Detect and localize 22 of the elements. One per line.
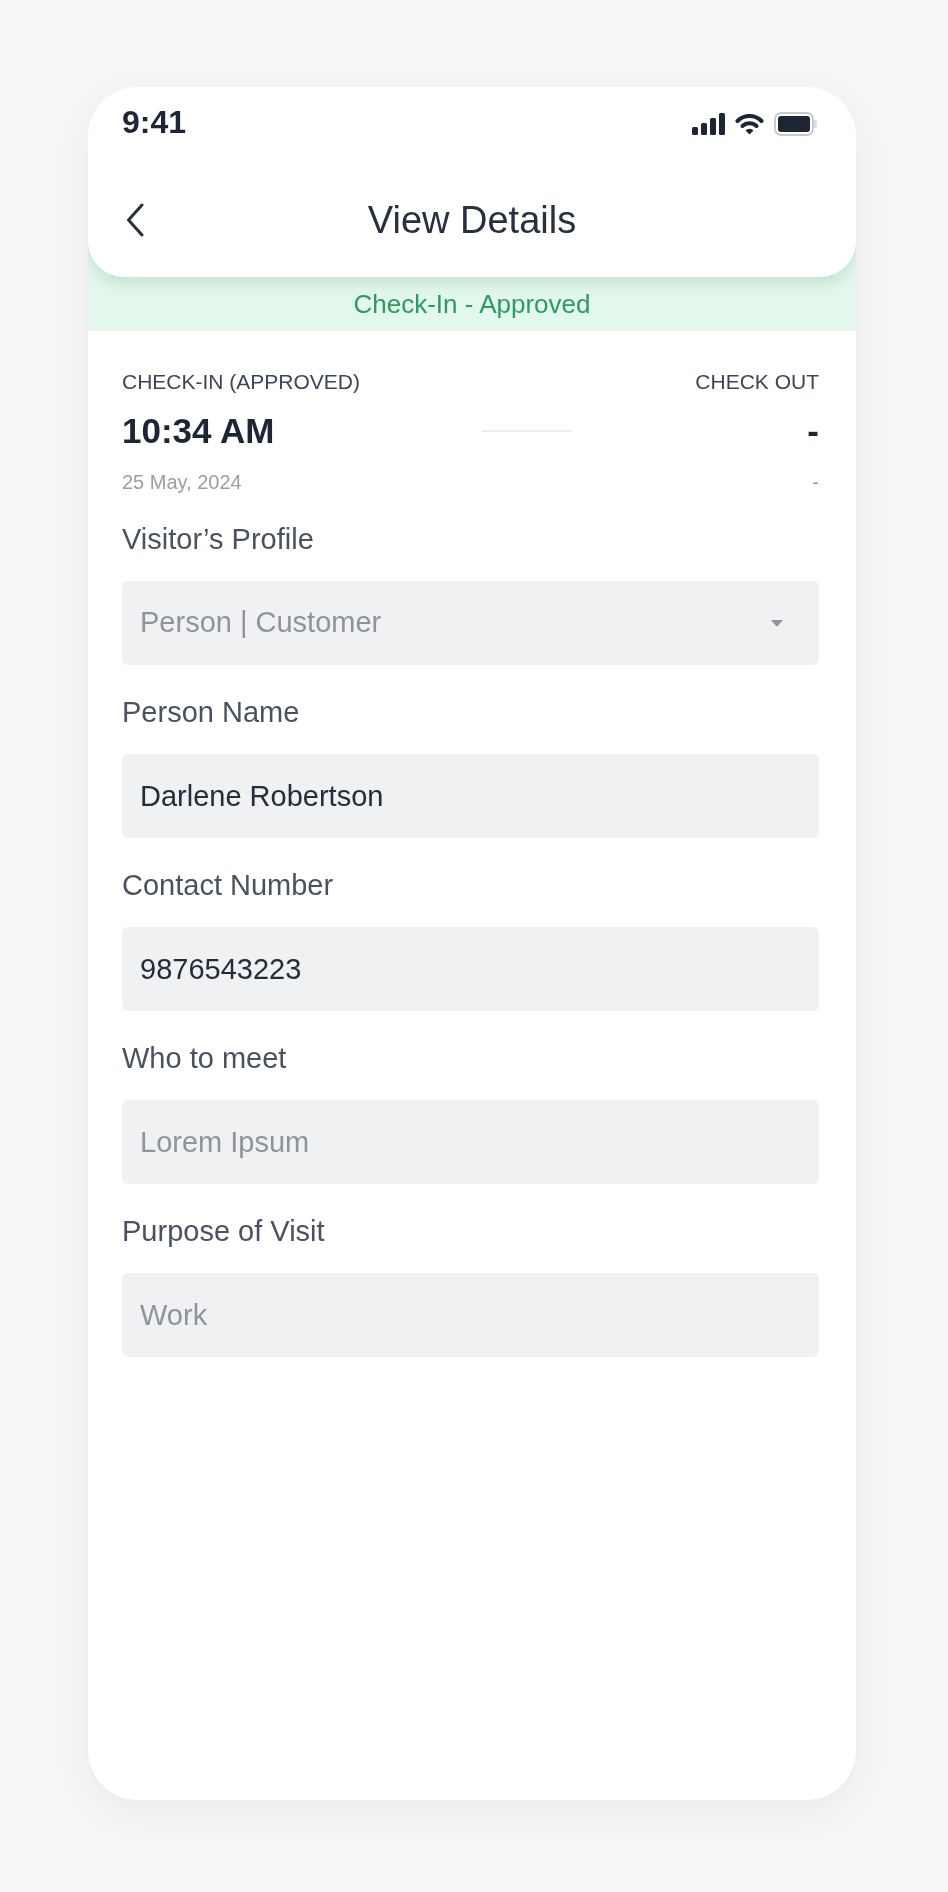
- check-in-date: 25 May, 2024: [122, 470, 243, 495]
- field-label: Visitor’s Profile: [122, 522, 315, 557]
- check-out-date: -: [811, 470, 819, 495]
- battery-icon: [774, 112, 817, 136]
- check-out-label: CHECK OUT: [694, 369, 819, 395]
- check-in-time: 10:34 AM: [122, 410, 276, 452]
- chevron-left-icon: [126, 203, 144, 237]
- input-field[interactable]: Work: [122, 1273, 819, 1357]
- status-time: 9:41: [122, 103, 187, 142]
- input-field[interactable]: Darlene Robertson: [122, 754, 819, 838]
- field-label: Contact Number: [122, 868, 335, 903]
- field-label: Purpose of Visit: [122, 1214, 326, 1249]
- caret-down-icon: [770, 619, 784, 627]
- check-out-time: -: [806, 410, 819, 452]
- back-button[interactable]: [126, 203, 144, 237]
- check-in-label: CHECK-IN (APPROVED): [122, 369, 362, 395]
- wifi-icon: [735, 113, 764, 135]
- signal-icon: [692, 113, 725, 135]
- field-label: Who to meet: [122, 1041, 288, 1076]
- field-label: Person Name: [122, 695, 301, 730]
- input-field[interactable]: Lorem Ipsum: [122, 1100, 819, 1184]
- input-field[interactable]: 9876543223: [122, 927, 819, 1011]
